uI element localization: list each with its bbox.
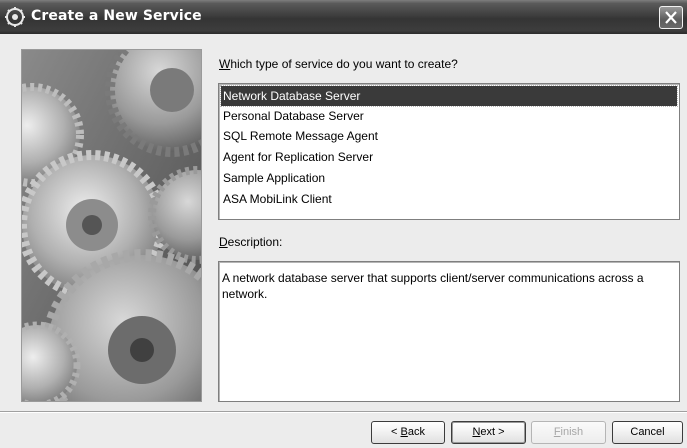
next-label: ext >: [480, 426, 505, 438]
back-arrow: <: [391, 426, 401, 438]
description-label: Description:: [219, 235, 282, 249]
prompt-text: hich type of service do you want to crea…: [230, 57, 458, 71]
close-icon: [665, 11, 677, 24]
finish-mnemonic: F: [553, 426, 561, 438]
close-button[interactable]: [659, 6, 683, 29]
list-item-sql-remote-message-agent[interactable]: SQL Remote Message Agent: [221, 126, 677, 146]
service-type-list[interactable]: Network Database Server Personal Databas…: [218, 83, 680, 220]
list-item-agent-for-replication-server[interactable]: Agent for Replication Server: [221, 147, 677, 167]
description-text: A network database server that supports …: [222, 271, 644, 301]
finish-button[interactable]: Finish: [531, 421, 606, 444]
wizard-gears-image: [21, 49, 202, 402]
create-service-dialog: Create a New Service Which type of servi…: [0, 0, 687, 448]
cancel-button[interactable]: Cancel: [612, 421, 683, 444]
title-bar[interactable]: Create a New Service: [0, 0, 687, 34]
back-label: ack: [407, 426, 425, 438]
description-label-text: escription:: [227, 235, 283, 249]
list-item-asa-mobilink-client[interactable]: ASA MobiLink Client: [221, 189, 677, 209]
back-button[interactable]: < Back: [371, 421, 445, 444]
list-item-sample-application[interactable]: Sample Application: [221, 168, 677, 188]
finish-label: inish: [560, 426, 584, 438]
prompt-mnemonic: W: [219, 57, 231, 71]
footer-separator: [0, 411, 687, 413]
list-item-personal-database-server[interactable]: Personal Database Server: [221, 106, 677, 126]
list-item-network-database-server[interactable]: Network Database Server: [220, 85, 678, 107]
back-mnemonic: B: [400, 426, 408, 438]
description-mnemonic: D: [219, 235, 228, 249]
window-title: Create a New Service: [31, 8, 202, 24]
next-button[interactable]: Next >: [451, 421, 526, 444]
gear-wizard-icon: [4, 6, 26, 28]
description-box: A network database server that supports …: [218, 261, 680, 402]
service-type-label: Which type of service do you want to cre…: [219, 57, 458, 71]
